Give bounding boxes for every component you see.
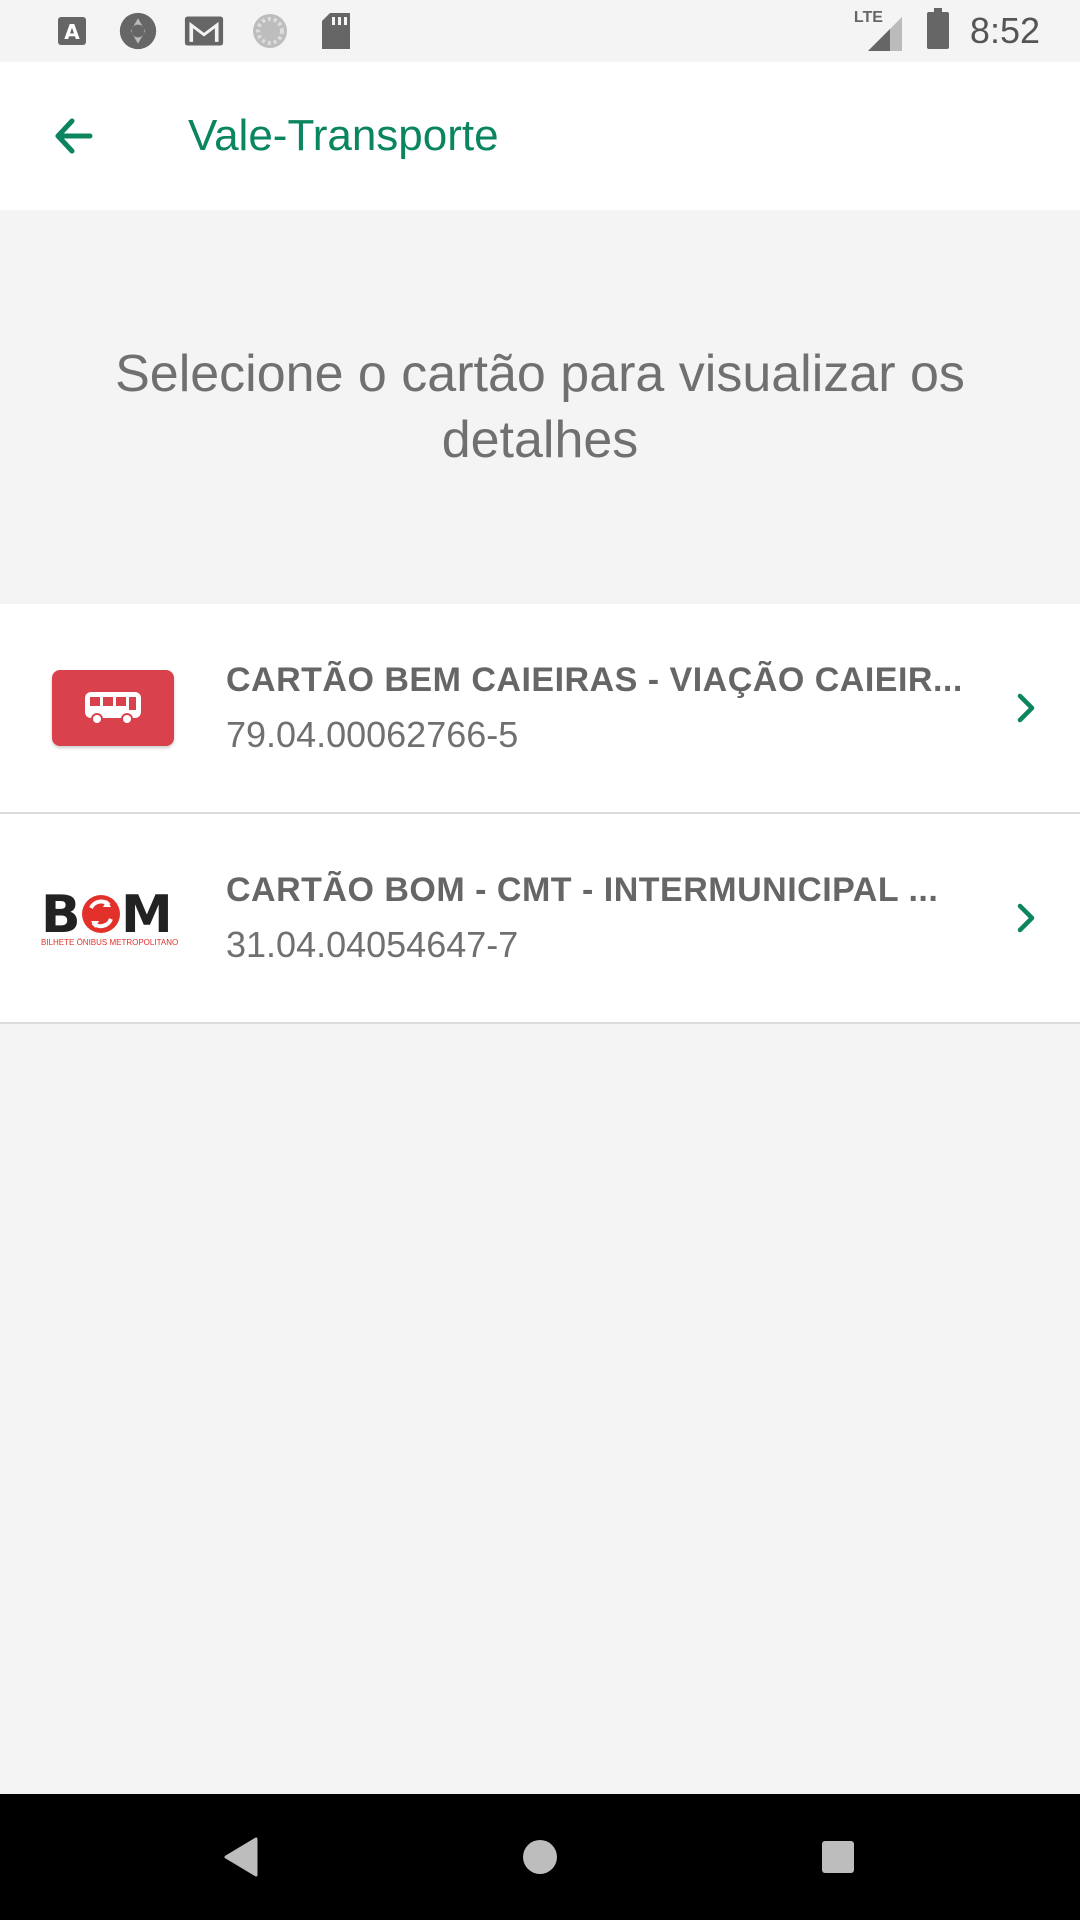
battery-icon <box>926 8 950 54</box>
card-text: CARTÃO BOM - CMT - INTERMUNICIPAL ... 31… <box>226 871 1080 966</box>
status-bar: A LTE 8:52 <box>0 0 1080 62</box>
card-logo: B M BILHETE ÔNIBUS METROPOLITANO <box>0 814 226 1022</box>
card-title: CARTÃO BOM - CMT - INTERMUNICIPAL ... <box>226 870 939 909</box>
card-item-bom[interactable]: B M BILHETE ÔNIBUS METROPOLITANO CARTÃO … <box>0 814 1080 1024</box>
system-nav-bar <box>0 1794 1080 1920</box>
svg-text:A: A <box>64 20 80 44</box>
back-button[interactable] <box>28 90 120 182</box>
notification-icons: A <box>52 11 356 51</box>
instruction-banner: Selecione o cartão para visualizar os de… <box>0 210 1080 604</box>
svg-text:M: M <box>121 886 173 945</box>
camera-aperture-icon <box>118 11 158 51</box>
bom-logo-subtext: BILHETE ÔNIBUS METROPOLITANO <box>41 938 179 947</box>
svg-text:B: B <box>41 886 81 945</box>
nav-recents-button[interactable] <box>778 1794 898 1920</box>
back-triangle-icon <box>224 1837 258 1877</box>
card-logo <box>0 604 226 812</box>
app-bar: Vale-Transporte <box>0 62 1080 210</box>
signal-icon: LTE <box>854 9 906 53</box>
card-number: 79.04.00062766-5 <box>226 713 519 755</box>
card-title: CARTÃO BEM CAIEIRAS - VIAÇÃO CAIEIR... <box>226 660 963 699</box>
bom-logo: B M BILHETE ÔNIBUS METROPOLITANO <box>41 885 185 950</box>
card-item-bem-caieiras[interactable]: CARTÃO BEM CAIEIRAS - VIAÇÃO CAIEIR... 7… <box>0 604 1080 814</box>
arrow-left-icon <box>55 118 93 154</box>
card-text: CARTÃO BEM CAIEIRAS - VIAÇÃO CAIEIR... 7… <box>226 661 1080 756</box>
gmail-icon <box>184 11 224 51</box>
bus-icon <box>85 692 141 725</box>
bus-badge <box>52 670 174 746</box>
home-circle-icon <box>523 1840 557 1874</box>
loading-icon <box>250 11 290 51</box>
chevron-right-icon <box>1008 900 1044 936</box>
chevron-right-icon <box>1008 690 1044 726</box>
system-status: LTE 8:52 <box>854 8 1040 54</box>
instruction-text: Selecione o cartão para visualizar os de… <box>115 345 965 469</box>
sd-card-icon <box>316 11 356 51</box>
nav-back-button[interactable] <box>182 1794 302 1920</box>
font-app-icon: A <box>52 11 92 51</box>
clock: 8:52 <box>969 10 1040 51</box>
page-title: Vale-Transporte <box>188 111 499 160</box>
nav-home-button[interactable] <box>480 1794 600 1920</box>
card-list: CARTÃO BEM CAIEIRAS - VIAÇÃO CAIEIR... 7… <box>0 604 1080 1024</box>
card-number: 31.04.04054647-7 <box>226 923 519 965</box>
recents-square-icon <box>822 1841 854 1873</box>
